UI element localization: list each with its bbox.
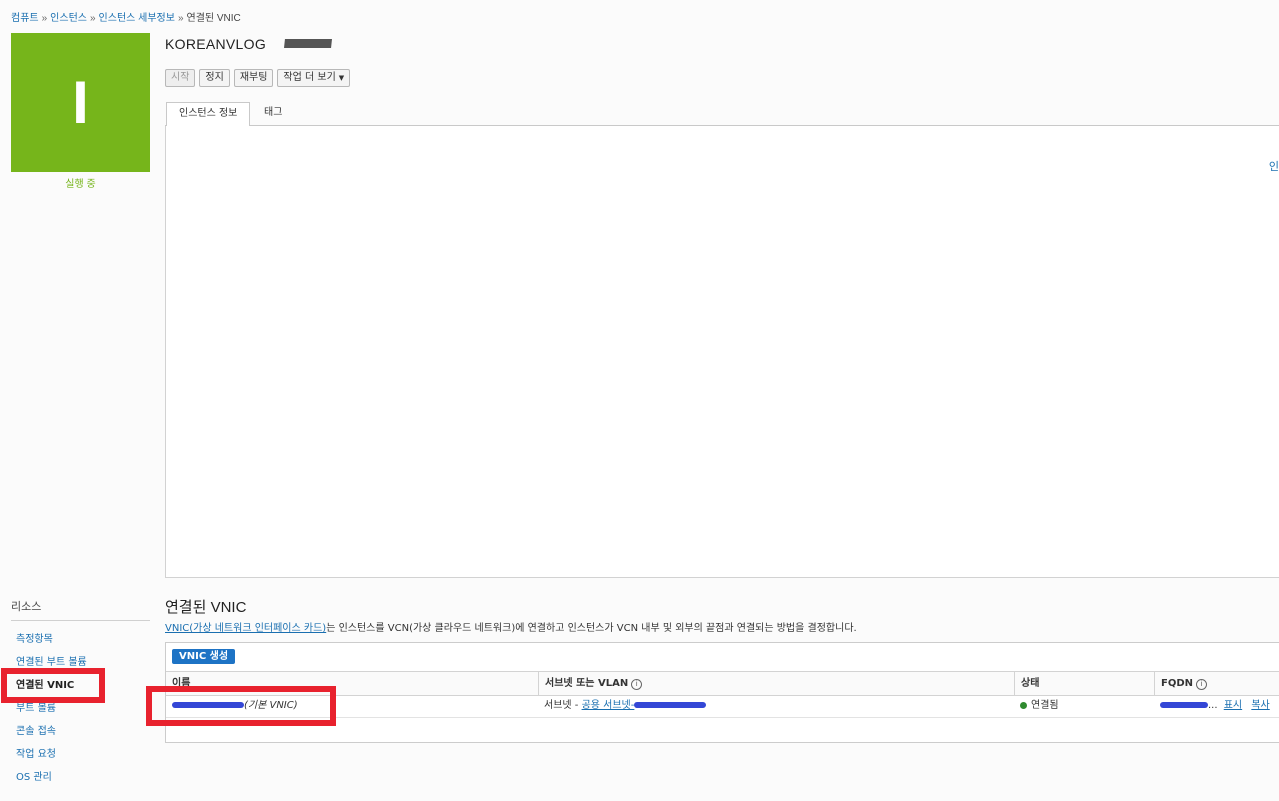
breadcrumb-instances[interactable]: 인스턴스 bbox=[50, 13, 87, 24]
info-icon[interactable]: i bbox=[1196, 679, 1208, 690]
column-header-subnet[interactable]: 서브넷 또는 VLAN i bbox=[538, 672, 1015, 695]
status-text: 연결됨 bbox=[1031, 700, 1059, 711]
tab-bar: 인스턴스 정보 태그 bbox=[165, 102, 1279, 127]
page-title: KOREANVLOG bbox=[165, 36, 267, 52]
fqdn-copy-link[interactable]: 복사 bbox=[1251, 700, 1269, 711]
stop-button[interactable]: 정지 bbox=[199, 69, 230, 87]
breadcrumb-current: 연결된 VNIC bbox=[186, 13, 241, 24]
breadcrumb-separator: » bbox=[89, 13, 96, 24]
resources-list: 측정항목 연결된 부트 볼륨 연결된 VNIC 부트 볼륨 콘솔 접속 작업 요… bbox=[16, 633, 87, 794]
info-icon[interactable]: i bbox=[631, 679, 643, 690]
reboot-button[interactable]: 재부팅 bbox=[233, 69, 274, 87]
breadcrumb-compute[interactable]: 컴퓨트 bbox=[11, 13, 39, 24]
tab-panel bbox=[165, 126, 1279, 578]
fqdn-show-link[interactable]: 표시 bbox=[1224, 700, 1242, 711]
fqdn-cell: ... 표시 복사 bbox=[1154, 695, 1270, 717]
column-header-fqdn[interactable]: FQDN i bbox=[1154, 672, 1279, 695]
start-button[interactable]: 시작 bbox=[165, 69, 196, 87]
status-dot-icon bbox=[1020, 701, 1027, 709]
section-description: VNIC(가상 네트워크 인터페이스 카드)는 인스턴스를 VCN(가상 클라우… bbox=[165, 619, 857, 634]
resource-item-work-requests[interactable]: 작업 요청 bbox=[16, 748, 87, 771]
instance-avatar: I bbox=[11, 33, 150, 172]
tab-tags[interactable]: 태그 bbox=[252, 102, 294, 124]
breadcrumb-instance-details[interactable]: 인스턴스 세부정보 bbox=[99, 13, 175, 24]
section-title: 연결된 VNIC bbox=[165, 599, 247, 616]
redacted-badge bbox=[284, 39, 332, 48]
more-actions-label: 작업 더 보기 bbox=[283, 72, 336, 83]
subnet-link[interactable]: 공용 서브넷- bbox=[582, 700, 635, 711]
highlight-box-vnic-name bbox=[146, 686, 336, 726]
breadcrumb: 컴퓨트» 인스턴스» 인스턴스 세부정보» 연결된 VNIC bbox=[11, 9, 241, 24]
create-vnic-button[interactable]: VNIC 생성 bbox=[172, 649, 236, 664]
vnic-doc-link[interactable]: VNIC(가상 네트워크 인터페이스 카드) bbox=[165, 623, 326, 634]
subnet-cell: 서브넷 - 공용 서브넷- bbox=[538, 695, 707, 717]
breadcrumb-separator: » bbox=[41, 13, 48, 24]
avatar-letter: I bbox=[72, 69, 89, 136]
section-description-text: 는 인스턴스를 VCN(가상 클라우드 네트워크)에 연결하고 인스턴스가 VC… bbox=[326, 623, 857, 634]
instance-state-label: 실행 중 bbox=[65, 179, 96, 190]
highlight-box-sidebar bbox=[1, 668, 105, 703]
redacted-fqdn bbox=[1160, 702, 1208, 708]
resources-heading: 리소스 bbox=[11, 601, 42, 613]
chevron-down-icon: ▼ bbox=[338, 74, 345, 82]
state-cell: 연결됨 bbox=[1014, 695, 1059, 717]
tab-instance-info[interactable]: 인스턴스 정보 bbox=[166, 102, 251, 127]
column-header-label: FQDN bbox=[1161, 678, 1194, 689]
column-header-label: 서브넷 또는 VLAN bbox=[545, 678, 629, 689]
subnet-prefix: 서브넷 - bbox=[544, 700, 582, 711]
resource-item-metrics[interactable]: 측정항목 bbox=[16, 633, 87, 656]
breadcrumb-separator: » bbox=[177, 13, 184, 24]
redacted-subnet-name bbox=[634, 702, 707, 708]
divider bbox=[11, 620, 150, 621]
more-actions-button[interactable]: 작업 더 보기 ▼ bbox=[277, 69, 351, 87]
column-header-label: 상태 bbox=[1021, 678, 1040, 689]
resource-item-os-management[interactable]: OS 관리 bbox=[16, 771, 87, 794]
resource-item-console-connection[interactable]: 콘솔 접속 bbox=[16, 725, 87, 748]
action-bar: 시작 정지 재부팅 작업 더 보기 ▼ bbox=[165, 69, 351, 87]
panel-edge-link[interactable]: 인 bbox=[1269, 158, 1279, 174]
column-header-state[interactable]: 상태 bbox=[1014, 672, 1155, 695]
resource-item-boot-volume[interactable]: 부트 볼륨 bbox=[16, 702, 87, 725]
fqdn-ellipsis: ... bbox=[1208, 700, 1218, 711]
